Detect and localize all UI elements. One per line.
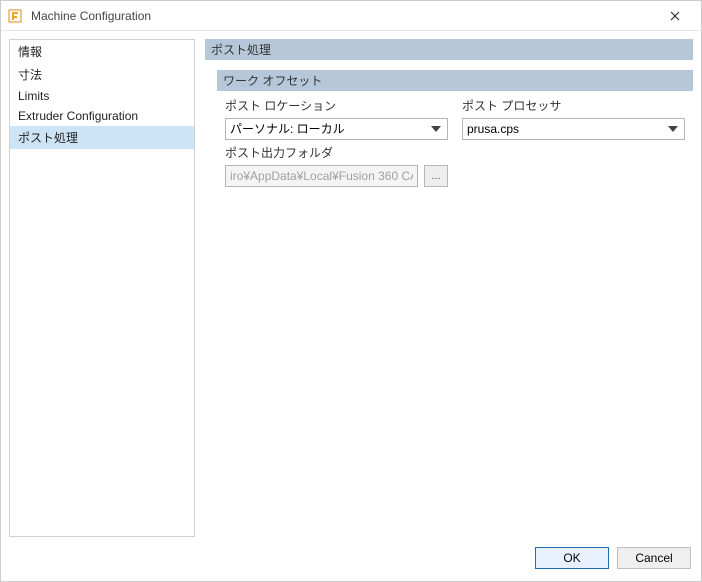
sidebar-item-label: 情報 [18, 45, 42, 59]
sidebar-item-label: Limits [18, 89, 49, 103]
cancel-button[interactable]: Cancel [617, 547, 691, 569]
sidebar-item-label: ポスト処理 [18, 131, 78, 145]
sidebar-item-extruder-configuration[interactable]: Extruder Configuration [10, 106, 194, 126]
ok-button[interactable]: OK [535, 547, 609, 569]
sidebar-item-label: Extruder Configuration [18, 109, 138, 123]
sidebar-item-label: 寸法 [18, 68, 42, 82]
fields-grid: ポスト ロケーション ポスト プロセッサ パーソナル: ローカル prusa.c… [217, 97, 693, 187]
sidebar-item-info[interactable]: 情報 [10, 40, 194, 63]
ellipsis-icon: ... [431, 170, 440, 182]
sidebar-item-dimensions[interactable]: 寸法 [10, 63, 194, 86]
sidebar-item-post-processing[interactable]: ポスト処理 [10, 126, 194, 149]
sidebar: 情報 寸法 Limits Extruder Configuration ポスト処… [9, 39, 195, 537]
label-post-output-folder: ポスト出力フォルダ [225, 144, 448, 161]
dialog-footer: OK Cancel [1, 541, 701, 581]
window-title: Machine Configuration [31, 9, 655, 23]
close-button[interactable] [655, 2, 695, 30]
subsection-work-offset: ワーク オフセット ポスト ロケーション ポスト プロセッサ パーソナル: ロー… [217, 70, 693, 187]
fusion-icon [7, 8, 23, 24]
select-post-processor[interactable]: prusa.cps [462, 118, 685, 140]
main-panel: ポスト処理 ワーク オフセット ポスト ロケーション ポスト プロセッサ パーソ… [205, 39, 693, 537]
label-post-location: ポスト ロケーション [225, 97, 448, 114]
input-post-output-folder[interactable] [225, 165, 418, 187]
label-post-processor: ポスト プロセッサ [462, 97, 685, 114]
dialog-body: 情報 寸法 Limits Extruder Configuration ポスト処… [1, 31, 701, 541]
subsection-header-work-offset: ワーク オフセット [217, 70, 693, 91]
browse-output-folder-button[interactable]: ... [424, 165, 448, 187]
machine-configuration-window: Machine Configuration 情報 寸法 Limits Extru… [0, 0, 702, 582]
titlebar: Machine Configuration [1, 1, 701, 31]
close-icon [670, 11, 680, 21]
sidebar-item-limits[interactable]: Limits [10, 86, 194, 106]
section-header-post-processing: ポスト処理 [205, 39, 693, 60]
select-post-location[interactable]: パーソナル: ローカル [225, 118, 448, 140]
